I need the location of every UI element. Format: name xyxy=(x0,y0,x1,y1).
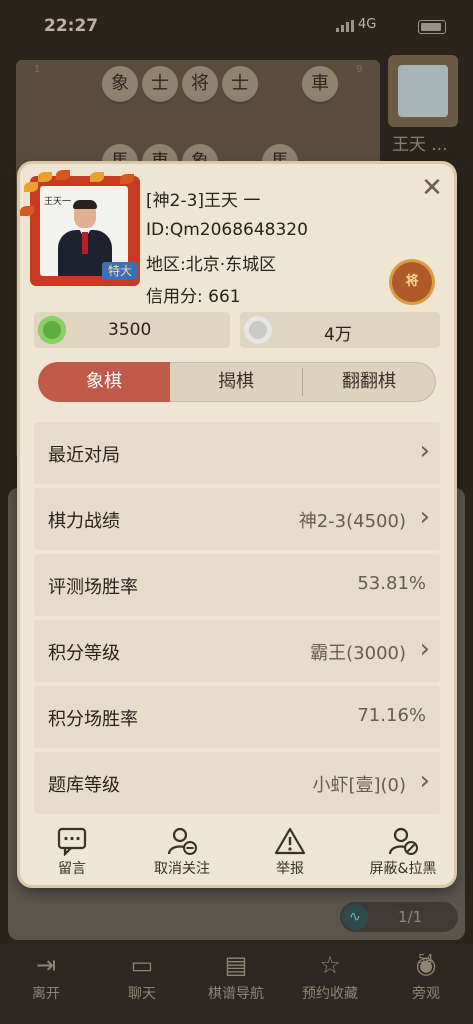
coin-icon xyxy=(244,316,272,344)
report-button[interactable]: 举报 xyxy=(258,826,322,878)
row-label: 题库等级 xyxy=(48,775,120,796)
chevron-right-icon: › xyxy=(419,502,430,532)
grandmaster-badge: 特大 xyxy=(102,262,138,280)
coins-value: 4万 xyxy=(324,325,352,345)
chevron-right-icon: › xyxy=(419,634,430,664)
rank-badge: 将 xyxy=(392,262,432,302)
chess-piece: 象 xyxy=(102,66,138,102)
row-points-winrate: 积分场胜率 71.16% xyxy=(34,686,440,748)
exit-icon: ⇥ xyxy=(35,951,57,979)
block-user-icon xyxy=(388,827,418,855)
nav-label: 旁观 xyxy=(412,986,440,1002)
tab-jieqi[interactable]: 揭棋 xyxy=(170,362,302,402)
action-label: 留言 xyxy=(58,861,86,877)
nav-record[interactable]: ▤ 棋谱导航 xyxy=(196,951,276,1003)
row-points-level[interactable]: 积分等级 霸王(3000) › xyxy=(34,620,440,682)
game-type-tabs: 象棋 揭棋 翻翻棋 xyxy=(38,362,436,402)
chess-piece: 士 xyxy=(142,66,178,102)
row-value: 神2-3(4500) xyxy=(298,511,406,532)
row-label: 积分等级 xyxy=(48,643,120,664)
block-button[interactable]: 屏蔽&拉黑 xyxy=(360,826,446,878)
action-bar: 留言 取消关注 举报 屏蔽&拉黑 xyxy=(20,822,454,882)
spectator-count: 54 xyxy=(418,952,434,966)
bottom-nav: ⇥ 离开 ▭ 聊天 ▤ 棋谱导航 ☆ 预约收藏 ◉ 旁观 xyxy=(0,943,473,1024)
chevron-right-icon: › xyxy=(419,436,430,466)
pager[interactable]: ∿ 1/1 xyxy=(340,902,458,932)
network-type: 4G xyxy=(358,17,377,32)
row-value: 71.16% xyxy=(357,705,426,726)
action-label: 取消关注 xyxy=(154,861,210,877)
row-recent-games[interactable]: 最近对局 › xyxy=(34,422,440,484)
unfollow-button[interactable]: 取消关注 xyxy=(142,826,222,878)
stats-list: 最近对局 › 棋力战绩 神2-3(4500) › 评测场胜率 53.81% 积分… xyxy=(34,422,440,816)
message-button[interactable]: 留言 xyxy=(40,826,104,878)
chess-piece: 将 xyxy=(182,66,218,102)
chat-icon: ▭ xyxy=(130,951,154,979)
player-region: 地区:北京·东城区 xyxy=(146,255,277,275)
status-time: 22:27 xyxy=(44,16,99,36)
credit-score: 信用分: 661 xyxy=(146,287,241,307)
opponent-avatar[interactable] xyxy=(388,55,458,127)
row-label: 积分场胜率 xyxy=(48,709,138,730)
row-value: 53.81% xyxy=(357,573,426,594)
nav-label: 聊天 xyxy=(128,986,156,1002)
star-icon: ☆ xyxy=(319,951,341,979)
status-bar: 22:27 4G xyxy=(0,0,473,50)
jade-stat: 3500 xyxy=(34,312,230,348)
message-icon xyxy=(57,827,87,856)
row-value: 小虾[壹](0) xyxy=(312,775,406,796)
close-icon: ✕ xyxy=(421,173,443,203)
signal-icon xyxy=(336,20,354,32)
tab-xiangqi[interactable]: 象棋 xyxy=(38,362,170,402)
nav-favorite[interactable]: ☆ 预约收藏 xyxy=(290,951,370,1003)
row-value: 霸王(3000) xyxy=(310,643,406,664)
opponent-name: 王天 ... xyxy=(392,135,448,155)
board-file-number: 1 xyxy=(34,64,41,75)
nav-label: 预约收藏 xyxy=(302,986,358,1002)
warning-icon xyxy=(274,827,306,855)
pager-text: 1/1 xyxy=(398,908,423,926)
row-label: 棋力战绩 xyxy=(48,511,120,532)
nav-label: 棋谱导航 xyxy=(208,986,264,1002)
activity-icon: ∿ xyxy=(342,904,368,930)
action-label: 举报 xyxy=(276,861,304,877)
jade-icon xyxy=(38,316,66,344)
coins-stat: 4万 xyxy=(240,312,440,348)
chess-piece: 車 xyxy=(302,66,338,102)
row-skill-record[interactable]: 棋力战绩 神2-3(4500) › xyxy=(34,488,440,550)
player-id: ID:Qm2068648320 xyxy=(146,220,308,240)
board-file-number: 9 xyxy=(356,64,363,75)
action-label: 屏蔽&拉黑 xyxy=(369,861,437,877)
nav-label: 离开 xyxy=(32,986,60,1002)
unfollow-icon xyxy=(167,827,197,855)
profile-dialog: ✕ 王天一 特大 [神2-3]王天 一 ID:Qm2068648320 地区:北… xyxy=(20,164,454,885)
close-button[interactable]: ✕ xyxy=(418,174,446,202)
chess-piece: 士 xyxy=(222,66,258,102)
book-icon: ▤ xyxy=(224,951,248,979)
player-name: [神2-3]王天 一 xyxy=(146,191,261,211)
nav-leave[interactable]: ⇥ 离开 xyxy=(6,951,86,1003)
jade-value: 3500 xyxy=(108,320,152,340)
nav-chat[interactable]: ▭ 聊天 xyxy=(102,951,182,1003)
chevron-right-icon: › xyxy=(419,766,430,796)
row-label: 评测场胜率 xyxy=(48,577,138,598)
avatar-caption: 王天一 xyxy=(44,197,72,207)
row-puzzle-level[interactable]: 题库等级 小虾[壹](0) › xyxy=(34,752,440,814)
battery-icon xyxy=(418,20,446,34)
tab-fanfanqi[interactable]: 翻翻棋 xyxy=(302,362,436,402)
row-label: 最近对局 xyxy=(48,445,120,466)
row-eval-winrate: 评测场胜率 53.81% xyxy=(34,554,440,616)
